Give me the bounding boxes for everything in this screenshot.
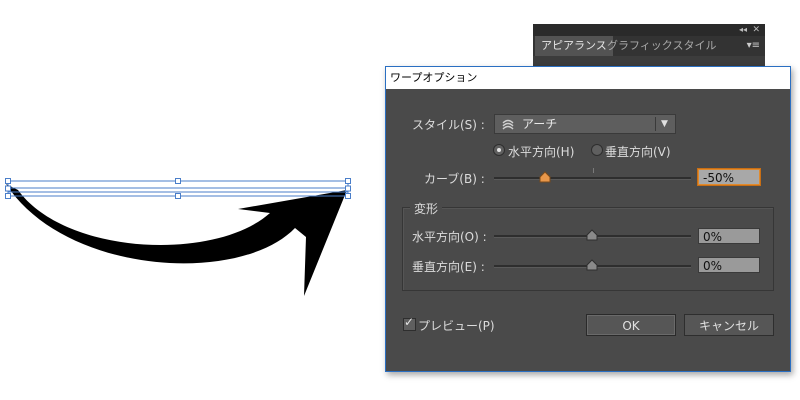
horizontal-distortion-thumb[interactable]	[586, 229, 598, 241]
bend-center-tick	[593, 168, 594, 173]
preview-checkbox[interactable]: ✓	[403, 315, 416, 331]
vertical-distortion-field[interactable]: 0%	[698, 257, 760, 273]
ok-button[interactable]: OK	[586, 314, 676, 336]
horizontal-distortion-field[interactable]: 0%	[698, 228, 760, 244]
radio-vertical[interactable]	[591, 144, 603, 156]
checkmark-icon: ✓	[404, 315, 415, 329]
bend-slider-track[interactable]	[494, 177, 691, 180]
radio-vertical-label[interactable]: 垂直方向(V)	[605, 143, 671, 160]
dialog-title: ワープオプション	[390, 71, 478, 84]
dropdown-separator	[655, 117, 656, 131]
distortion-group-title: 変形	[410, 200, 443, 217]
bend-value-field[interactable]: -50%	[698, 169, 760, 185]
bend-slider-thumb[interactable]	[539, 171, 551, 183]
vertical-distortion-label: 垂直方向(E) :	[412, 260, 485, 274]
arch-icon	[502, 119, 514, 130]
panel-topbar: ◂◂ ✕	[533, 24, 765, 36]
style-selected-value: アーチ	[522, 117, 558, 131]
vertical-distortion-thumb[interactable]	[586, 259, 598, 271]
horizontal-distortion-label: 水平方向(O) :	[412, 230, 487, 244]
tab-graphic-styles[interactable]: グラフィックスタイル	[601, 36, 722, 56]
distortion-group	[402, 207, 774, 291]
style-label: スタイル(S) :	[412, 118, 485, 132]
bend-label: カーブ(B) :	[424, 172, 485, 186]
close-panel-icon[interactable]: ✕	[752, 24, 760, 36]
preview-label[interactable]: プレビュー(P)	[418, 317, 495, 334]
style-dropdown[interactable]: アーチ ▼	[494, 114, 676, 134]
dialog-titlebar[interactable]: ワープオプション	[386, 67, 790, 89]
cancel-button[interactable]: キャンセル	[684, 314, 774, 336]
collapse-panel-icon[interactable]: ◂◂	[739, 24, 747, 36]
radio-horizontal-label[interactable]: 水平方向(H)	[508, 143, 574, 160]
warp-options-dialog: ワープオプション スタイル(S) : アーチ ▼ 水平方向(H) 垂直方向(V)…	[385, 66, 791, 372]
panel-tabs: アピアランス グラフィックスタイル ▾≡	[533, 36, 765, 56]
chevron-down-icon: ▼	[661, 119, 668, 129]
radio-horizontal[interactable]	[493, 144, 505, 156]
panel-menu-icon[interactable]: ▾≡	[747, 36, 760, 56]
curved-arrow-shape[interactable]	[6, 184, 347, 296]
